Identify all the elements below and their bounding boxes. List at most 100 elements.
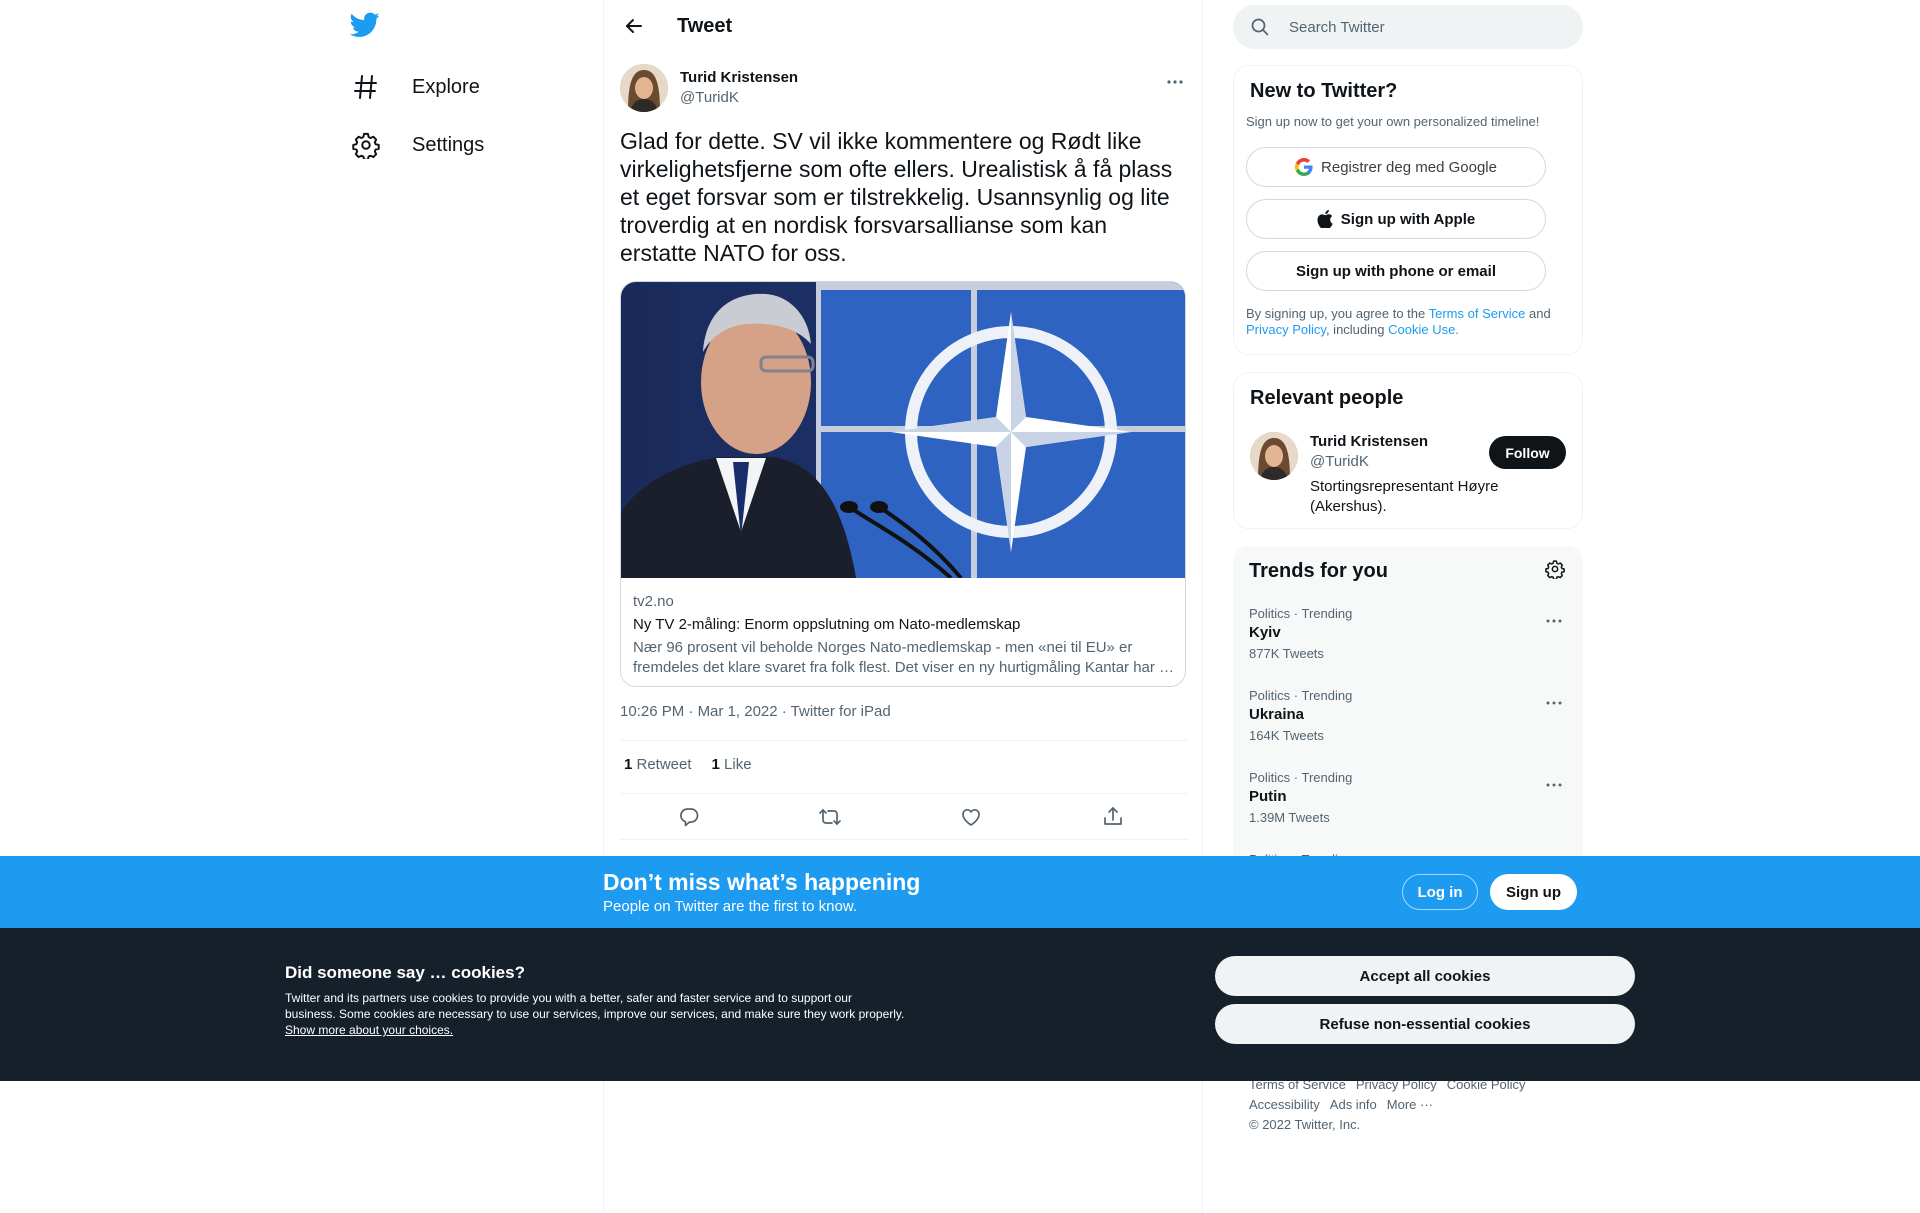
page-title: Tweet [677, 15, 733, 37]
accept-cookies-button[interactable]: Accept all cookies [1215, 956, 1635, 996]
retweet-label: Retweet [632, 756, 692, 773]
signup-banner: Don’t miss what’s happening People on Tw… [0, 856, 1920, 928]
tweet-more-button[interactable] [1162, 69, 1188, 95]
footer-more-link[interactable]: More ··· [1387, 1097, 1433, 1112]
trend-more-button[interactable] [1541, 690, 1567, 716]
trend-item[interactable]: Politics · Trending Kyiv 877K Tweets [1233, 606, 1583, 688]
trend-item[interactable]: Politics · Trending Ukraina 164K Tweets [1233, 688, 1583, 770]
relevant-person-name[interactable]: Turid Kristensen [1310, 433, 1428, 450]
nav-item-settings[interactable]: Settings [352, 119, 484, 171]
cookie-title: Did someone say … cookies? [285, 963, 525, 982]
author-name[interactable]: Turid Kristensen [680, 69, 798, 86]
divider [620, 839, 1188, 840]
phone-email-signup-button[interactable]: Sign up with phone or email [1246, 251, 1546, 291]
google-signup-label: Registrer deg med Google [1321, 158, 1497, 176]
nav-label-explore: Explore [412, 75, 480, 98]
like-stat[interactable]: 1 Like [712, 756, 752, 773]
tweet-time[interactable]: 10:26 PM [620, 703, 684, 720]
footer-ads-link[interactable]: Ads info [1330, 1097, 1377, 1112]
login-button[interactable]: Log in [1402, 874, 1478, 910]
card-domain: tv2.no [633, 593, 674, 610]
tweet-author: Turid Kristensen @TuridK [620, 63, 1188, 113]
divider [620, 793, 1188, 794]
phone-email-signup-label: Sign up with phone or email [1295, 262, 1496, 280]
terms-link[interactable]: Terms of Service [1429, 306, 1526, 321]
link-card[interactable]: tv2.no Ny TV 2-måling: Enorm oppslutning… [620, 281, 1186, 687]
meta-separator: · [684, 703, 698, 720]
cookie-more-link[interactable]: Show more about your choices. [285, 1023, 453, 1037]
retweet-button[interactable] [817, 804, 843, 830]
search-box[interactable] [1233, 5, 1583, 49]
nav-label-settings: Settings [412, 133, 485, 156]
trend-count: 877K Tweets [1249, 646, 1324, 661]
trends-title: Trends for you [1249, 560, 1388, 582]
back-button[interactable] [620, 12, 648, 40]
nav-item-explore[interactable]: Explore [352, 61, 480, 113]
footer-copyright: © 2022 Twitter, Inc. [1249, 1117, 1361, 1132]
meta-separator: · [777, 703, 791, 720]
apple-signup-button[interactable]: Sign up with Apple [1246, 199, 1546, 239]
tweet-meta: 10:26 PM · Mar 1, 2022 · Twitter for iPa… [620, 703, 891, 720]
signup-legal-text: By signing up, you agree to the Terms of… [1246, 306, 1566, 338]
reply-button[interactable] [676, 804, 702, 830]
card-title: Ny TV 2-måling: Enorm oppslutning om Nat… [633, 616, 1021, 633]
gear-icon [1545, 559, 1567, 579]
trends-settings-button[interactable] [1545, 559, 1567, 581]
share-button[interactable] [1100, 804, 1126, 830]
share-icon [1102, 806, 1124, 828]
trend-count: 164K Tweets [1249, 728, 1324, 743]
privacy-link[interactable]: Privacy Policy [1246, 322, 1326, 337]
trend-meta: Politics · Trending [1249, 606, 1353, 621]
twitter-bird-icon[interactable] [350, 12, 384, 42]
banner-title: Don’t miss what’s happening [603, 869, 921, 895]
trend-name: Ukraina [1249, 706, 1305, 723]
cookie-body: Twitter and its partners use cookies to … [285, 991, 905, 1021]
new-to-twitter-title: New to Twitter? [1250, 80, 1398, 102]
signup-button[interactable]: Sign up [1490, 874, 1577, 910]
trend-meta: Politics · Trending [1249, 688, 1353, 703]
footer-accessibility-link[interactable]: Accessibility [1249, 1097, 1320, 1112]
like-button[interactable] [958, 804, 984, 830]
trend-more-button[interactable] [1541, 608, 1567, 634]
more-dots-icon [1166, 79, 1184, 85]
cookie-consent-bar: Did someone say … cookies? Twitter and i… [0, 928, 1920, 1081]
card-image [621, 282, 1185, 578]
cookie-use-link[interactable]: Cookie Use. [1388, 322, 1459, 337]
trend-name: Kyiv [1249, 624, 1281, 641]
google-icon [1295, 158, 1313, 176]
tweet-actions [620, 802, 1188, 832]
apple-icon [1317, 210, 1333, 228]
refuse-cookies-button[interactable]: Refuse non-essential cookies [1215, 1004, 1635, 1044]
banner-subtitle: People on Twitter are the first to know. [603, 898, 858, 915]
search-input[interactable] [1289, 5, 1569, 49]
trend-meta: Politics · Trending [1249, 770, 1353, 785]
trends-panel: Trends for you Politics · Trending Kyiv … [1233, 546, 1583, 866]
trend-more-button[interactable] [1541, 772, 1567, 798]
trend-item[interactable]: Politics · Trending Putin 1.39M Tweets [1233, 770, 1583, 852]
avatar[interactable] [1250, 432, 1298, 480]
retweet-stat[interactable]: 1 Retweet [624, 756, 692, 773]
tweet-text: Glad for dette. SV vil ikke kommentere o… [620, 128, 1173, 266]
footer-links: Terms of Service Privacy Policy Cookie Pol… [1249, 1075, 1569, 1135]
heart-icon [960, 806, 982, 828]
new-to-twitter-subtitle: Sign up now to get your own personalized… [1246, 114, 1540, 129]
card-description: Nær 96 prosent vil beholde Norges Nato-m… [633, 639, 1175, 676]
tweet-date[interactable]: Mar 1, 2022 [698, 703, 778, 720]
cookie-text: Twitter and its partners use cookies to … [285, 990, 905, 1038]
legal-including: , including [1325, 322, 1389, 337]
author-handle[interactable]: @TuridK [680, 89, 739, 106]
google-signup-button[interactable]: Registrer deg med Google [1246, 147, 1546, 187]
gear-icon [352, 131, 380, 159]
trend-count: 1.39M Tweets [1249, 810, 1330, 825]
card-body: tv2.no Ny TV 2-måling: Enorm oppslutning… [633, 592, 1175, 678]
new-to-twitter-panel: New to Twitter? Sign up now to get your … [1233, 65, 1583, 355]
follow-button[interactable]: Follow [1489, 436, 1566, 469]
more-dots-icon [1546, 619, 1562, 623]
relevant-people-title: Relevant people [1250, 387, 1404, 409]
apple-signup-label: Sign up with Apple [1340, 210, 1476, 228]
tweet-source[interactable]: Twitter for iPad [791, 703, 891, 720]
avatar[interactable] [620, 64, 668, 112]
relevant-people-panel: Relevant people Turid Kristensen @TuridK… [1233, 372, 1583, 529]
hashtag-icon [352, 73, 380, 101]
more-dots-icon [1546, 701, 1562, 705]
